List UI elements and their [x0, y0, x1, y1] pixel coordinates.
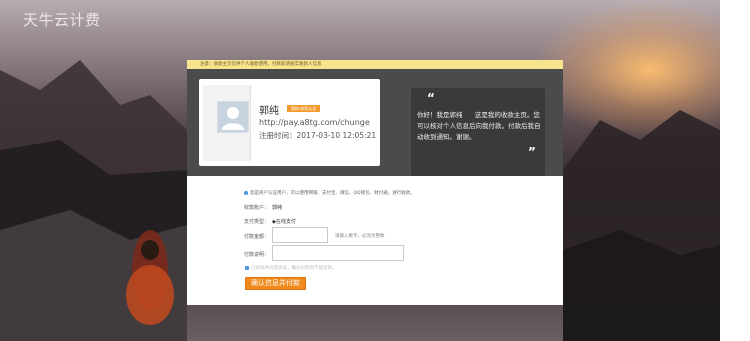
amount-label: 付款金额：: [244, 234, 270, 240]
right-edge-strip: [720, 0, 750, 341]
agree-text: 已阅读并同意协议，确认付款后不能退款。: [251, 266, 337, 271]
agree-checkbox[interactable]: ✓: [245, 266, 249, 270]
payee-value: 郭纯: [272, 205, 283, 211]
note-input[interactable]: [272, 245, 404, 261]
register-time: 注册时间：2017-03-10 12:05:21: [259, 130, 376, 141]
payment-form: i 您是商户认证用户，可以使用网银、支付宝、微信、QQ钱包、财付通，进行收款。 …: [187, 176, 563, 305]
info-icon: i: [244, 191, 248, 195]
payment-panel: 注意：收款主页仅供个人收款使用，付款前请核实收款人信息 郭纯 郭纯·收款认证 h…: [187, 60, 563, 305]
register-label: 注册时间：: [259, 131, 297, 140]
profile-url[interactable]: http://pay.a8tg.com/chunge: [259, 118, 370, 127]
notice-bar: 注意：收款主页仅供个人收款使用，付款前请核实收款人信息: [187, 60, 563, 69]
avatar-column: [203, 85, 251, 161]
quote-text: 你好！我是郭纯 这是我的收款主页。您可以核对个人信息后向我付款。付款后我自动收到…: [417, 111, 541, 141]
info-text: 您是商户认证用户，可以使用网银、支付宝、微信、QQ钱包、财付通，进行收款。: [250, 191, 415, 196]
quote-box: “ 你好！我是郭纯 这是我的收款主页。您可以核对个人信息后向我付款。付款后我自动…: [411, 88, 545, 176]
user-avatar-icon: [217, 101, 249, 133]
verified-badge: 郭纯·收款认证: [287, 105, 321, 112]
close-quote-icon: ”: [528, 145, 536, 159]
profile-section: 郭纯 郭纯·收款认证 http://pay.a8tg.com/chunge 注册…: [187, 69, 563, 176]
payee-label: 收款账户：: [244, 205, 270, 211]
register-value: 2017-03-10 12:05:21: [296, 131, 377, 140]
confirm-pay-button[interactable]: 确认信息并付款: [245, 277, 306, 290]
note-label: 付款说明：: [244, 252, 270, 258]
profile-name: 郭纯: [259, 106, 279, 117]
profile-card: 郭纯 郭纯·收款认证 http://pay.a8tg.com/chunge 注册…: [199, 79, 380, 166]
paytype-value: ◆在线支付: [272, 219, 296, 225]
paytype-label: 支付类型：: [244, 219, 270, 225]
amount-input[interactable]: [272, 227, 328, 243]
amount-hint: 请输入数字，必须为整数: [335, 234, 385, 239]
site-logo[interactable]: 天牛云计费: [23, 9, 101, 30]
open-quote-icon: “: [427, 91, 435, 105]
